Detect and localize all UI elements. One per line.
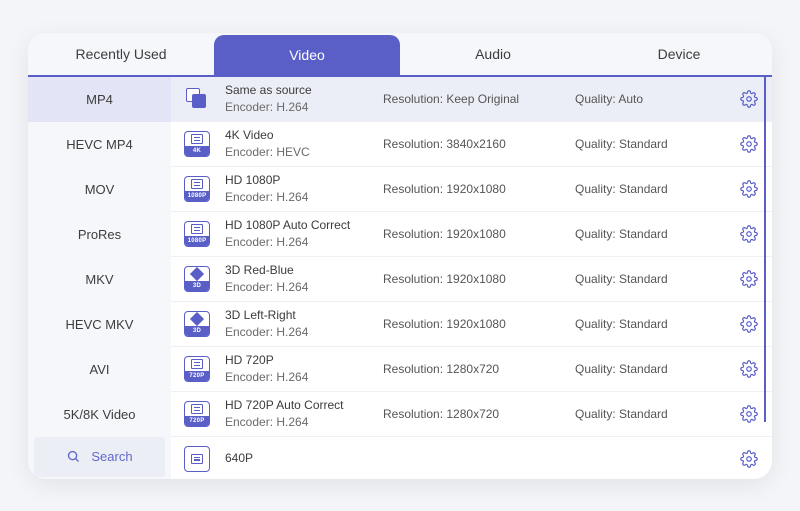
sidebar-item-avi[interactable]: AVI <box>28 347 171 392</box>
preset-row[interactable]: 720P HD 720PEncoder: H.264Resolution: 128… <box>171 347 772 392</box>
preset-list[interactable]: Same as sourceEncoder: H.264Resolution: … <box>171 77 772 479</box>
preset-resolution: Resolution: Keep Original <box>383 92 575 106</box>
tab-recently-used[interactable]: Recently Used <box>28 33 214 75</box>
preset-text: 640P <box>225 450 383 466</box>
preset-row[interactable]: Same as sourceEncoder: H.264Resolution: … <box>171 77 772 122</box>
sidebar-item-hevc-mp4[interactable]: HEVC MP4 <box>28 122 171 167</box>
preset-resolution: Resolution: 1920x1080 <box>383 317 575 331</box>
body: MP4 HEVC MP4 MOV ProRes MKV HEVC MKV AVI… <box>28 77 772 479</box>
format-picker-window: Recently Used Video Audio Device MP4 HEV… <box>28 33 772 479</box>
preset-text: HD 720PEncoder: H.264 <box>225 352 383 384</box>
preset-row[interactable]: 4K 4K VideoEncoder: HEVCResolution: 3840x… <box>171 122 772 167</box>
preset-settings-button[interactable] <box>740 405 758 423</box>
preset-quality: Quality: Standard <box>575 182 740 196</box>
preset-settings-button[interactable] <box>740 450 758 468</box>
preset-row[interactable]: 1080P HD 1080PEncoder: H.264Resolution: 1… <box>171 167 772 212</box>
preset-quality: Quality: Standard <box>575 362 740 376</box>
preset-format-icon: 720P <box>181 398 213 430</box>
preset-settings-button[interactable] <box>740 135 758 153</box>
preset-title: HD 720P Auto Correct <box>225 397 383 413</box>
preset-title: 3D Red-Blue <box>225 262 383 278</box>
preset-title: HD 1080P <box>225 172 383 188</box>
preset-settings-button[interactable] <box>740 180 758 198</box>
format-sidebar: MP4 HEVC MP4 MOV ProRes MKV HEVC MKV AVI… <box>28 77 171 479</box>
sidebar-item-mkv[interactable]: MKV <box>28 257 171 302</box>
preset-text: HD 720P Auto CorrectEncoder: H.264 <box>225 397 383 429</box>
search-input[interactable]: Search <box>34 437 165 477</box>
preset-resolution: Resolution: 1280x720 <box>383 362 575 376</box>
preset-encoder: Encoder: H.264 <box>225 99 383 115</box>
sidebar-item-mov[interactable]: MOV <box>28 167 171 212</box>
preset-text: 3D Left-RightEncoder: H.264 <box>225 307 383 339</box>
preset-encoder: Encoder: H.264 <box>225 234 383 250</box>
preset-resolution: Resolution: 1920x1080 <box>383 227 575 241</box>
sidebar-item-prores[interactable]: ProRes <box>28 212 171 257</box>
preset-resolution: Resolution: 1920x1080 <box>383 272 575 286</box>
preset-text: HD 1080P Auto CorrectEncoder: H.264 <box>225 217 383 249</box>
preset-format-icon: 720P <box>181 353 213 385</box>
preset-text: HD 1080PEncoder: H.264 <box>225 172 383 204</box>
preset-resolution: Resolution: 1280x720 <box>383 407 575 421</box>
tab-video[interactable]: Video <box>214 35 400 75</box>
sidebar-item-hevc-mkv[interactable]: HEVC MKV <box>28 302 171 347</box>
preset-title: Same as source <box>225 82 383 98</box>
preset-row[interactable]: 640P <box>171 437 772 479</box>
preset-quality: Quality: Standard <box>575 317 740 331</box>
preset-settings-button[interactable] <box>740 360 758 378</box>
preset-row[interactable]: 3D 3D Red-BlueEncoder: H.264Resolution: 1… <box>171 257 772 302</box>
preset-encoder: Encoder: H.264 <box>225 279 383 295</box>
preset-resolution: Resolution: 3840x2160 <box>383 137 575 151</box>
preset-settings-button[interactable] <box>740 270 758 288</box>
preset-text: 3D Red-BlueEncoder: H.264 <box>225 262 383 294</box>
preset-row[interactable]: 3D 3D Left-RightEncoder: H.264Resolution:… <box>171 302 772 347</box>
preset-title: 3D Left-Right <box>225 307 383 323</box>
preset-title: HD 720P <box>225 352 383 368</box>
preset-encoder: Encoder: HEVC <box>225 144 383 160</box>
preset-row[interactable]: 1080P HD 1080P Auto CorrectEncoder: H.264… <box>171 212 772 257</box>
preset-encoder: Encoder: H.264 <box>225 189 383 205</box>
preset-resolution: Resolution: 1920x1080 <box>383 182 575 196</box>
preset-row[interactable]: 720P HD 720P Auto CorrectEncoder: H.264Re… <box>171 392 772 437</box>
preset-format-icon: 1080P <box>181 173 213 205</box>
preset-quality: Quality: Auto <box>575 92 740 106</box>
preset-format-icon: 4K <box>181 128 213 160</box>
sidebar-item-mp4[interactable]: MP4 <box>28 77 171 122</box>
preset-title: 640P <box>225 450 383 466</box>
preset-quality: Quality: Standard <box>575 137 740 151</box>
preset-quality: Quality: Standard <box>575 407 740 421</box>
preset-encoder: Encoder: H.264 <box>225 324 383 340</box>
preset-quality: Quality: Standard <box>575 272 740 286</box>
scroll-indicator-right[interactable] <box>764 77 766 422</box>
preset-text: 4K VideoEncoder: HEVC <box>225 127 383 159</box>
preset-settings-button[interactable] <box>740 225 758 243</box>
search-icon <box>66 449 81 464</box>
preset-settings-button[interactable] <box>740 90 758 108</box>
preset-title: HD 1080P Auto Correct <box>225 217 383 233</box>
preset-format-icon <box>181 83 213 115</box>
preset-encoder: Encoder: H.264 <box>225 369 383 385</box>
search-label: Search <box>91 449 132 464</box>
preset-encoder: Encoder: H.264 <box>225 414 383 430</box>
preset-settings-button[interactable] <box>740 315 758 333</box>
tab-audio[interactable]: Audio <box>400 33 586 75</box>
preset-format-icon <box>181 443 213 475</box>
preset-title: 4K Video <box>225 127 383 143</box>
tab-device[interactable]: Device <box>586 33 772 75</box>
preset-format-icon: 1080P <box>181 218 213 250</box>
preset-text: Same as sourceEncoder: H.264 <box>225 82 383 114</box>
preset-quality: Quality: Standard <box>575 227 740 241</box>
preset-format-icon: 3D <box>181 308 213 340</box>
sidebar-item-5k8k[interactable]: 5K/8K Video <box>28 392 171 437</box>
category-tabs: Recently Used Video Audio Device <box>28 33 772 77</box>
preset-format-icon: 3D <box>181 263 213 295</box>
